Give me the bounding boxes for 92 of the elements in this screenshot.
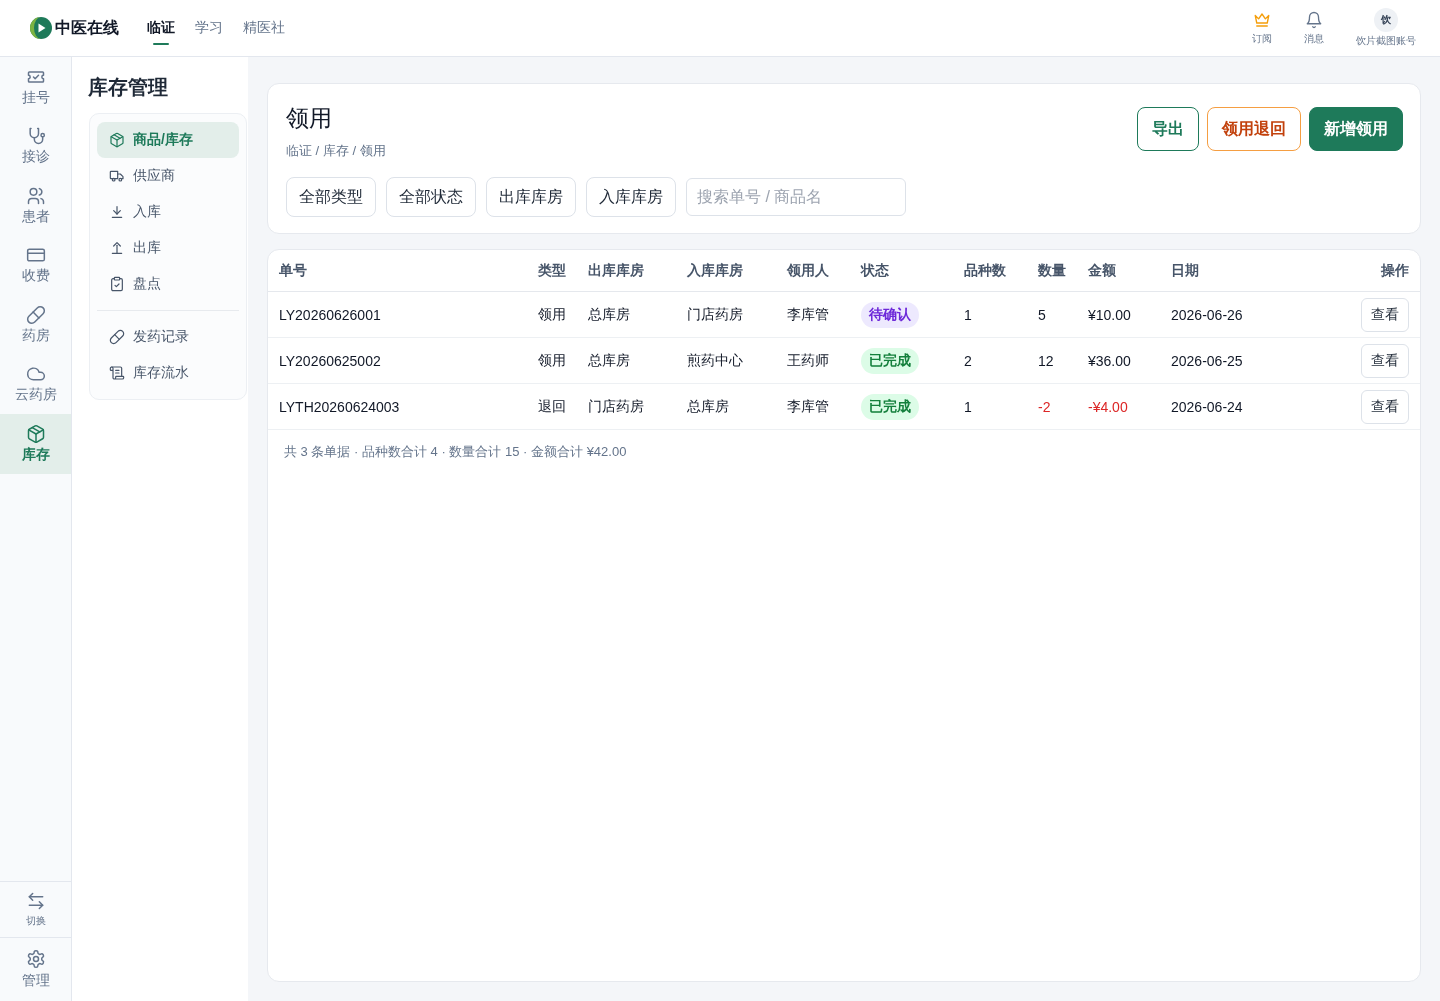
rail-item[interactable]: 管理 — [0, 937, 71, 1001]
table-cell: 总库房 — [588, 351, 630, 370]
table-cell: 总库房 — [687, 397, 729, 416]
nav-tab[interactable]: 精医社 — [243, 0, 285, 56]
account-button[interactable]: 饮 饮片截图账号 — [1356, 8, 1416, 48]
filter-dropdown[interactable]: 出库库房 — [486, 177, 576, 217]
column-header: 操作 — [1381, 261, 1409, 280]
table-cell: 退回 — [538, 397, 566, 416]
table-cell: 领用 — [538, 351, 566, 370]
table-cell: 门店药房 — [588, 397, 644, 416]
view-button[interactable]: 查看 — [1361, 297, 1409, 332]
column-header: 领用人 — [787, 261, 830, 280]
submenu-item[interactable]: 出库 — [97, 230, 239, 266]
search-field[interactable]: 搜索单号 / 商品名 — [686, 178, 906, 216]
submenu-item[interactable]: 供应商 — [97, 158, 239, 194]
column-header: 入库库房 — [687, 261, 744, 280]
status-tag: 已完成 — [861, 393, 919, 420]
box-icon — [25, 423, 46, 444]
rail-item[interactable]: 切换 — [0, 881, 71, 937]
submenu-item[interactable]: 盘点 — [97, 266, 239, 302]
view-button[interactable]: 查看 — [1361, 389, 1409, 424]
rail-item[interactable]: 云药房 — [0, 354, 71, 414]
clipboard-check-icon — [109, 276, 125, 292]
table-cell: 2026-06-24 — [1171, 398, 1243, 415]
table-cell: 2026-06-25 — [1171, 352, 1243, 369]
column-header: 单号 — [279, 261, 308, 280]
breadcrumb: 临证 / 库存 / 领用 — [286, 142, 387, 160]
messages-button[interactable]: 消息 — [1294, 10, 1334, 46]
view-button[interactable]: 查看 — [1361, 343, 1409, 378]
export-button[interactable]: 导出 — [1137, 107, 1199, 151]
rail-item[interactable]: 接诊 — [0, 116, 71, 176]
table-cell: LY20260626001 — [279, 306, 381, 323]
table-cell: 李库管 — [787, 397, 829, 416]
return-button[interactable]: 领用退回 — [1207, 107, 1301, 151]
table-summary: 共 3 条单据 · 品种数合计 4 · 数量合计 15 · 金额合计 ¥42.00 — [283, 443, 628, 461]
rail-item[interactable]: 挂号 — [0, 57, 71, 117]
table-cell: ¥10.00 — [1088, 306, 1131, 323]
column-header: 类型 — [538, 261, 567, 280]
bell-icon — [1305, 10, 1323, 29]
submenu-item[interactable]: 发药记录 — [97, 319, 239, 355]
column-header: 金额 — [1088, 261, 1117, 280]
nav-tab[interactable]: 临证 — [147, 0, 175, 56]
table-cell: -¥4.00 — [1088, 398, 1128, 415]
column-header: 出库库房 — [588, 261, 645, 280]
table-cell: 12 — [1038, 352, 1054, 369]
column-header: 数量 — [1038, 261, 1067, 280]
subscribe-button[interactable]: 订阅 — [1242, 10, 1282, 46]
pill-icon — [25, 304, 46, 325]
column-header: 状态 — [861, 261, 890, 280]
table-cell: 门店药房 — [687, 305, 743, 324]
table-cell: 2 — [964, 352, 972, 369]
table-cell: 5 — [1038, 306, 1046, 323]
table-cell: 1 — [964, 398, 972, 415]
table-cell: LYTH20260624003 — [279, 398, 400, 415]
avatar: 饮 — [1374, 8, 1398, 32]
page-title: 领用 — [286, 104, 333, 133]
status-tag: 待确认 — [861, 301, 919, 328]
add-button[interactable]: 新增领用 — [1309, 107, 1403, 151]
table-cell: -2 — [1038, 398, 1051, 415]
box-icon — [109, 132, 125, 148]
rail-item[interactable]: 收费 — [0, 235, 71, 295]
submenu-item[interactable]: 库存流水 — [97, 355, 239, 391]
table-cell: 2026-06-26 — [1171, 306, 1243, 323]
submenu-item[interactable]: 入库 — [97, 194, 239, 230]
logo-icon — [30, 17, 52, 39]
filter-dropdown[interactable]: 全部状态 — [386, 177, 476, 217]
down-arrow-icon — [109, 204, 125, 220]
table-cell: 王药师 — [787, 351, 829, 370]
people-icon — [25, 185, 46, 206]
pill-icon — [109, 329, 125, 345]
status-tag: 已完成 — [861, 347, 919, 374]
scroll-icon — [109, 365, 125, 381]
settings-icon — [25, 949, 46, 969]
table-cell: LY20260625002 — [279, 352, 381, 369]
filter-dropdown[interactable]: 全部类型 — [286, 177, 376, 217]
table-cell: ¥36.00 — [1088, 352, 1131, 369]
filter-dropdown[interactable]: 入库库房 — [586, 177, 676, 217]
table-cell: 煎药中心 — [687, 351, 743, 370]
brand-name: 中医在线 — [55, 17, 119, 38]
table-cell: 1 — [964, 306, 972, 323]
table-cell: 总库房 — [588, 305, 630, 324]
table-cell: 李库管 — [787, 305, 829, 324]
rail-item[interactable]: 患者 — [0, 176, 71, 236]
nav-tab[interactable]: 学习 — [195, 0, 223, 56]
column-header: 日期 — [1171, 261, 1200, 280]
column-header: 品种数 — [964, 261, 1007, 280]
truck-icon — [109, 168, 125, 184]
rail-item[interactable]: 库存 — [0, 414, 71, 474]
rail-item[interactable]: 药房 — [0, 295, 71, 355]
submenu-item[interactable]: 商品/库存 — [97, 122, 239, 158]
table-cell: 领用 — [538, 305, 566, 324]
section-title: 库存管理 — [88, 75, 169, 100]
